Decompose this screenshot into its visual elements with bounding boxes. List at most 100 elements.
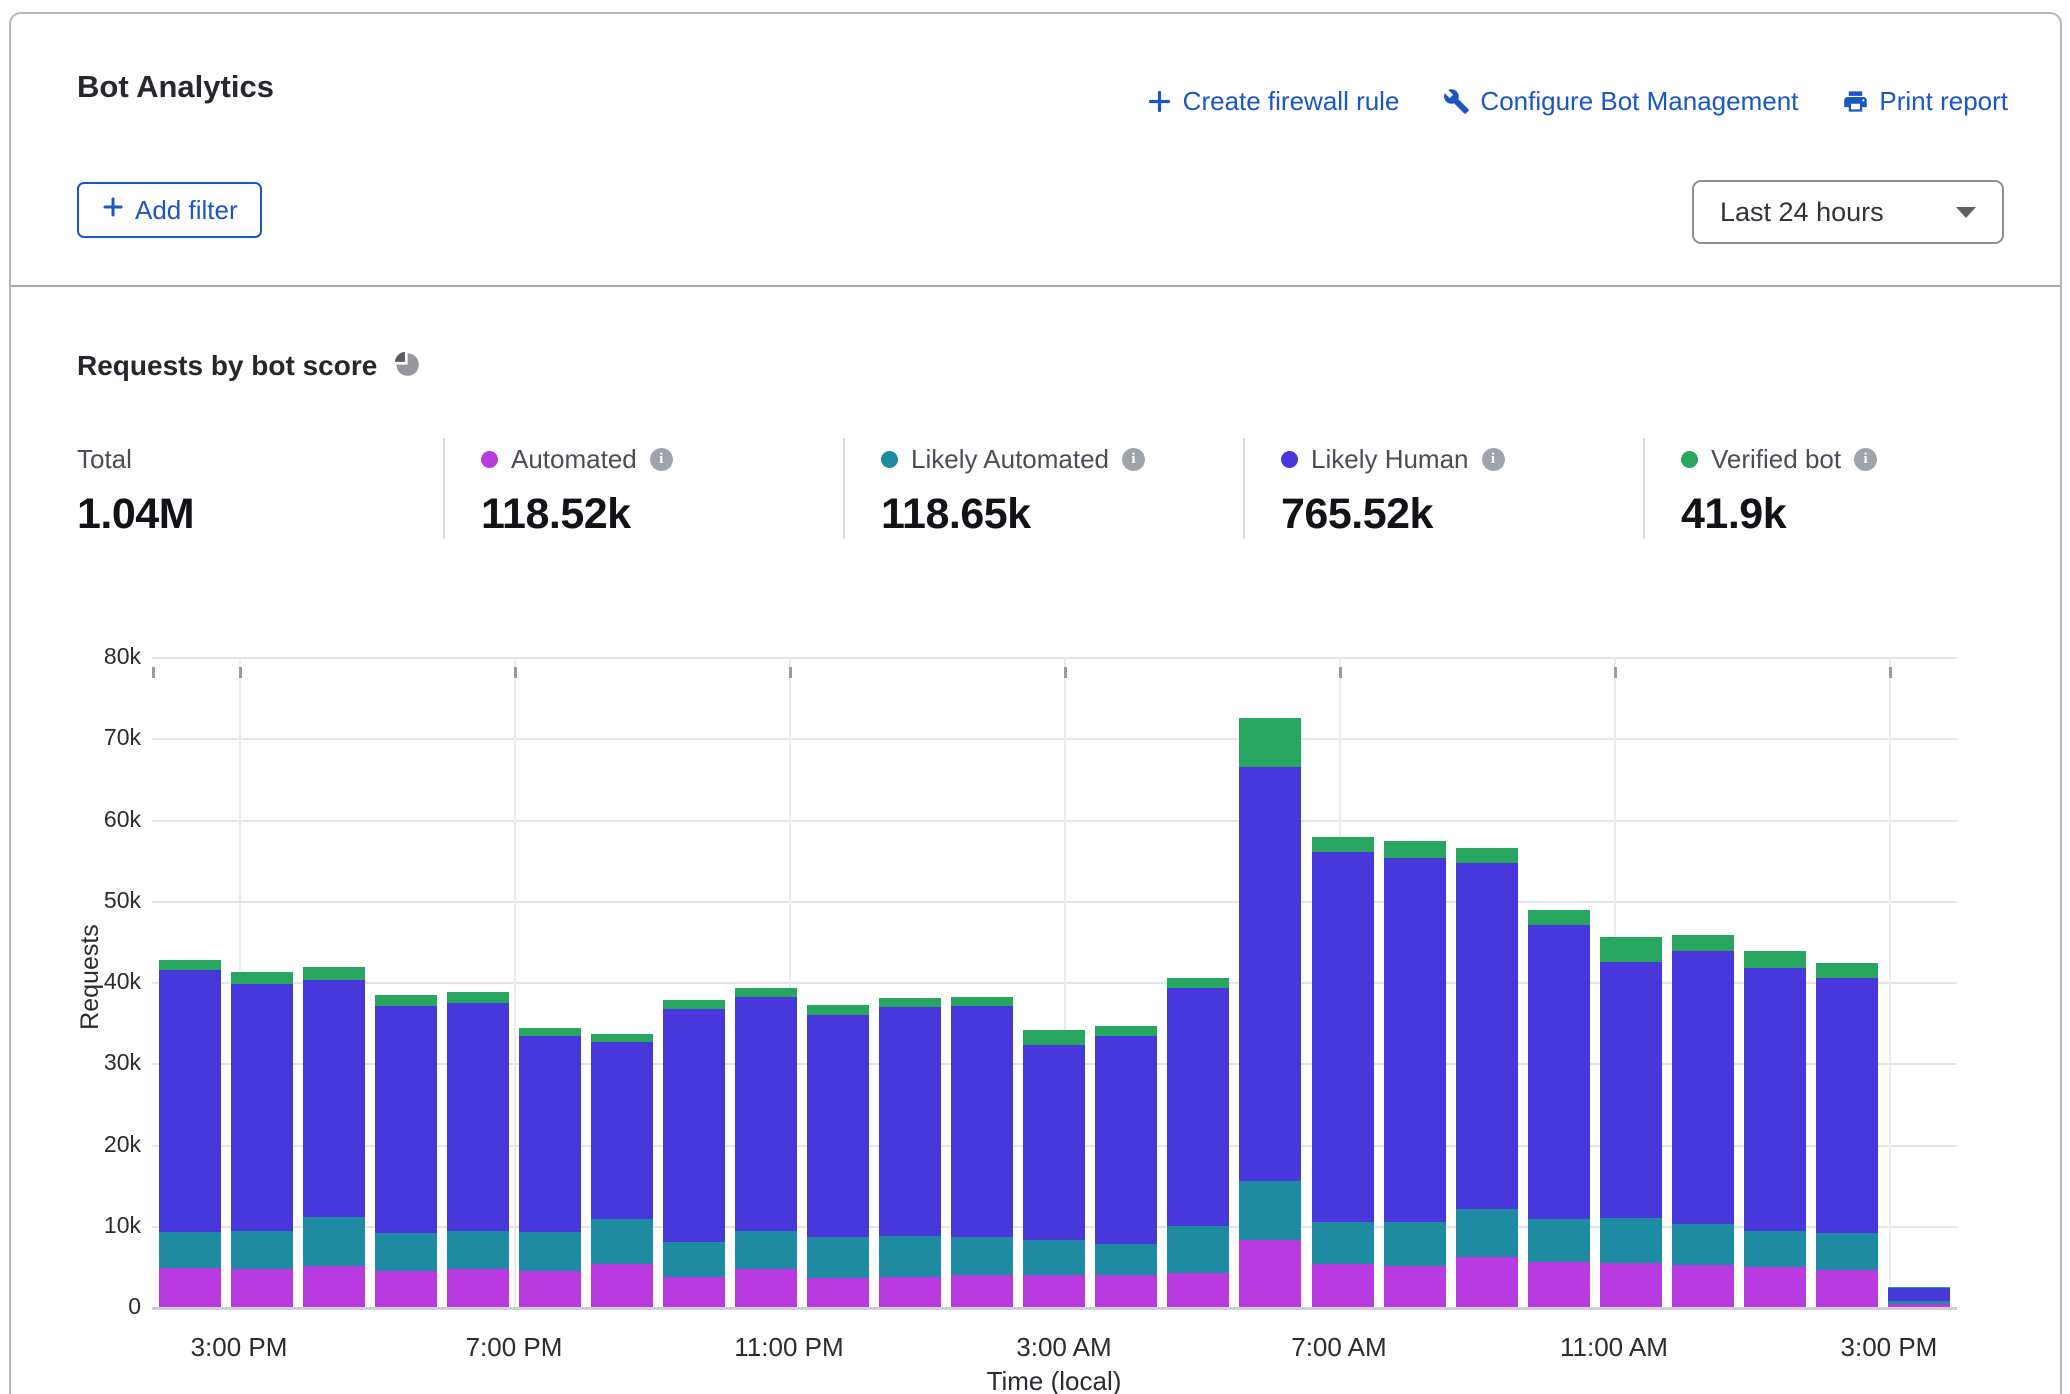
bar-segment-likely-automated[interactable] <box>447 1231 509 1268</box>
bar-segment-automated[interactable] <box>159 1268 221 1307</box>
bar-segment-likely-human[interactable] <box>735 997 797 1231</box>
bar-segment-verified-bot[interactable] <box>1167 978 1229 988</box>
bar-segment-likely-automated[interactable] <box>1023 1240 1085 1275</box>
bar-segment-likely-human[interactable] <box>303 980 365 1217</box>
bar-segment-automated[interactable] <box>303 1266 365 1307</box>
bar-segment-verified-bot[interactable] <box>1095 1026 1157 1036</box>
bar-segment-verified-bot[interactable] <box>1744 951 1806 968</box>
time-range-dropdown[interactable]: Last 24 hours <box>1692 180 2004 244</box>
bar-segment-automated[interactable] <box>1023 1275 1085 1307</box>
stacked-bar[interactable] <box>447 992 509 1307</box>
bar-segment-likely-automated[interactable] <box>735 1231 797 1269</box>
bar-segment-likely-automated[interactable] <box>159 1232 221 1268</box>
bar-segment-likely-human[interactable] <box>1600 962 1662 1218</box>
bar-segment-likely-automated[interactable] <box>1239 1181 1301 1240</box>
stacked-bar[interactable] <box>159 960 221 1307</box>
bar-segment-automated[interactable] <box>663 1277 725 1307</box>
stacked-bar[interactable] <box>1095 1026 1157 1307</box>
bar-segment-automated[interactable] <box>447 1269 509 1307</box>
bar-segment-verified-bot[interactable] <box>1023 1030 1085 1045</box>
bar-segment-likely-human[interactable] <box>1528 925 1590 1219</box>
bar-segment-likely-human[interactable] <box>1023 1045 1085 1241</box>
bar-segment-verified-bot[interactable] <box>951 997 1013 1005</box>
bar-segment-likely-human[interactable] <box>951 1006 1013 1238</box>
stacked-bar[interactable] <box>1816 963 1878 1308</box>
bar-segment-likely-human[interactable] <box>1095 1036 1157 1244</box>
bar-segment-likely-human[interactable] <box>159 970 221 1232</box>
bar-segment-likely-automated[interactable] <box>879 1236 941 1277</box>
configure-bot-management-link[interactable]: Configure Bot Management <box>1443 86 1798 117</box>
stacked-bar[interactable] <box>663 1000 725 1307</box>
bar-segment-likely-human[interactable] <box>807 1015 869 1238</box>
bar-segment-likely-automated[interactable] <box>303 1217 365 1266</box>
info-icon[interactable]: i <box>1122 448 1145 471</box>
stacked-bar[interactable] <box>375 995 437 1307</box>
bar-segment-automated[interactable] <box>1600 1263 1662 1307</box>
bar-segment-automated[interactable] <box>1456 1257 1518 1307</box>
bar-segment-likely-human[interactable] <box>1167 988 1229 1226</box>
stacked-bar[interactable] <box>1456 848 1518 1307</box>
bar-segment-likely-automated[interactable] <box>519 1232 581 1271</box>
bar-segment-verified-bot[interactable] <box>1672 935 1734 951</box>
stacked-bar[interactable] <box>879 998 941 1307</box>
bar-segment-automated[interactable] <box>879 1277 941 1307</box>
bar-segment-automated[interactable] <box>1312 1264 1374 1307</box>
bar-segment-likely-automated[interactable] <box>1384 1222 1446 1266</box>
bar-segment-likely-human[interactable] <box>1672 951 1734 1224</box>
bar-segment-likely-automated[interactable] <box>231 1231 293 1269</box>
bar-segment-likely-human[interactable] <box>1239 767 1301 1181</box>
bar-segment-likely-automated[interactable] <box>375 1233 437 1271</box>
bar-segment-verified-bot[interactable] <box>663 1000 725 1009</box>
info-icon[interactable]: i <box>1482 448 1505 471</box>
bar-segment-likely-human[interactable] <box>591 1042 653 1219</box>
stacked-bar[interactable] <box>231 972 293 1307</box>
bar-segment-verified-bot[interactable] <box>231 972 293 983</box>
bar-segment-automated[interactable] <box>1744 1267 1806 1307</box>
stacked-bar[interactable] <box>1528 910 1590 1307</box>
bar-segment-verified-bot[interactable] <box>807 1005 869 1015</box>
bar-segment-automated[interactable] <box>519 1271 581 1307</box>
bar-segment-verified-bot[interactable] <box>1312 837 1374 852</box>
bar-segment-verified-bot[interactable] <box>591 1034 653 1042</box>
bar-segment-likely-human[interactable] <box>663 1009 725 1242</box>
bar-segment-automated[interactable] <box>1167 1273 1229 1307</box>
stacked-bar[interactable] <box>807 1005 869 1307</box>
bar-segment-likely-automated[interactable] <box>1600 1218 1662 1264</box>
bar-segment-verified-bot[interactable] <box>1456 848 1518 863</box>
bar-segment-automated[interactable] <box>591 1264 653 1307</box>
bar-segment-likely-automated[interactable] <box>663 1242 725 1277</box>
stacked-bar[interactable] <box>591 1034 653 1307</box>
stacked-bar[interactable] <box>951 997 1013 1307</box>
stacked-bar[interactable] <box>1384 841 1446 1307</box>
stacked-bar[interactable] <box>519 1028 581 1307</box>
bar-segment-automated[interactable] <box>1528 1262 1590 1308</box>
bar-segment-automated[interactable] <box>1239 1240 1301 1307</box>
bar-segment-verified-bot[interactable] <box>1600 937 1662 962</box>
add-filter-button[interactable]: Add filter <box>77 182 262 238</box>
bar-segment-likely-automated[interactable] <box>1456 1209 1518 1257</box>
bar-segment-automated[interactable] <box>375 1271 437 1307</box>
bar-segment-verified-bot[interactable] <box>159 960 221 970</box>
stacked-bar[interactable] <box>1744 951 1806 1307</box>
stacked-bar[interactable] <box>1672 935 1734 1307</box>
bar-segment-likely-automated[interactable] <box>1672 1224 1734 1265</box>
bar-segment-automated[interactable] <box>807 1278 869 1307</box>
bar-segment-likely-human[interactable] <box>1312 852 1374 1222</box>
stacked-bar[interactable] <box>735 988 797 1307</box>
bar-segment-likely-human[interactable] <box>519 1036 581 1232</box>
bar-segment-likely-automated[interactable] <box>1816 1233 1878 1270</box>
stacked-bar[interactable] <box>1167 978 1229 1307</box>
bar-segment-likely-automated[interactable] <box>807 1237 869 1278</box>
stacked-bar[interactable] <box>1600 937 1662 1308</box>
bar-segment-likely-human[interactable] <box>1744 968 1806 1230</box>
bar-segment-likely-human[interactable] <box>1456 863 1518 1208</box>
create-firewall-rule-link[interactable]: Create firewall rule <box>1146 86 1400 117</box>
bar-segment-automated[interactable] <box>1672 1265 1734 1307</box>
bar-segment-automated[interactable] <box>951 1275 1013 1308</box>
bar-segment-automated[interactable] <box>1095 1275 1157 1307</box>
bar-segment-verified-bot[interactable] <box>1384 841 1446 857</box>
bar-segment-verified-bot[interactable] <box>1816 963 1878 978</box>
bar-segment-likely-human[interactable] <box>1816 978 1878 1233</box>
bar-segment-verified-bot[interactable] <box>1239 718 1301 767</box>
bar-segment-likely-human[interactable] <box>879 1007 941 1236</box>
